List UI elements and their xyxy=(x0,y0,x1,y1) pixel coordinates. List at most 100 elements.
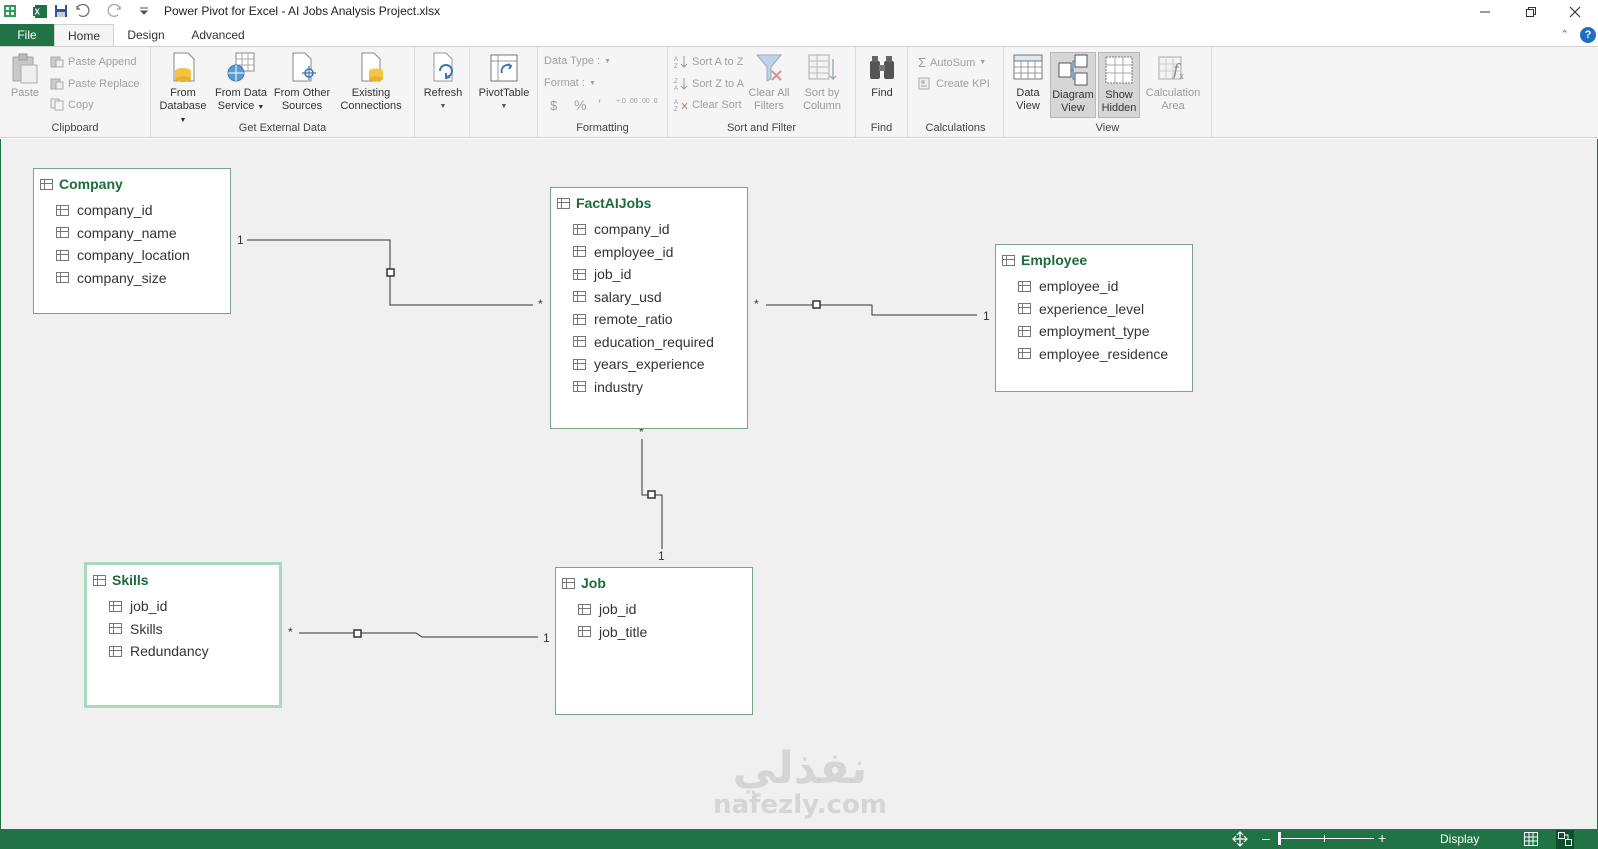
column-item[interactable]: company_id xyxy=(551,218,747,241)
tab-file[interactable]: File xyxy=(0,24,54,46)
comma-button[interactable]: ʼ xyxy=(598,97,601,113)
grid-view-icon[interactable] xyxy=(1524,832,1538,849)
sort-a-to-z-button[interactable]: AZ Sort A to Z xyxy=(674,55,743,71)
column-icon xyxy=(573,358,586,370)
svg-text:Z: Z xyxy=(674,79,678,85)
sort-by-column-button[interactable]: Sort by Column xyxy=(796,51,848,113)
column-item[interactable]: Redundancy xyxy=(87,640,279,663)
paste-append-button[interactable]: Paste Append xyxy=(50,55,137,68)
zoom-out-icon[interactable]: – xyxy=(1262,830,1270,846)
diagram-view-status-icon[interactable] xyxy=(1556,830,1574,849)
excel-icon[interactable]: X xyxy=(32,3,48,19)
decrease-decimal-button[interactable]: .00 .0 xyxy=(640,98,662,105)
percent-button[interactable]: % xyxy=(574,97,586,113)
table-company[interactable]: Company company_id company_name company_… xyxy=(33,168,231,314)
clear-all-filters-button[interactable]: Clear All Filters xyxy=(744,51,794,113)
table-factaijobs[interactable]: FactAIJobs company_id employee_id job_id… xyxy=(550,187,748,429)
column-item[interactable]: company_id xyxy=(34,199,230,222)
column-item[interactable]: employee_id xyxy=(996,275,1192,298)
from-other-sources-button[interactable]: From Other Sources xyxy=(271,51,333,113)
existing-connections-button[interactable]: Existing Connections xyxy=(335,51,407,113)
column-item[interactable]: years_experience xyxy=(551,353,747,376)
table-header[interactable]: Employee xyxy=(996,245,1192,275)
refresh-icon xyxy=(428,51,458,83)
refresh-button[interactable]: Refresh ▼ xyxy=(418,51,468,113)
clear-sort-button[interactable]: AZ Clear Sort xyxy=(674,98,742,114)
table-skills[interactable]: Skills job_id Skills Redundancy xyxy=(84,562,282,708)
column-item[interactable]: company_location xyxy=(34,244,230,267)
format-dropdown[interactable]: Format : ▼ xyxy=(544,77,596,89)
restore-button[interactable] xyxy=(1508,0,1554,24)
column-item[interactable]: experience_level xyxy=(996,298,1192,321)
collapse-ribbon-icon[interactable]: ⌃ xyxy=(1560,28,1569,41)
table-header[interactable]: Skills xyxy=(87,565,279,595)
column-item[interactable]: job_id xyxy=(87,595,279,618)
diagram-canvas[interactable]: 1 * * 1 * 1 * 1 Company company_id compa… xyxy=(0,139,1598,829)
table-header[interactable]: Company xyxy=(34,169,230,199)
column-item[interactable]: industry xyxy=(551,376,747,399)
redo-icon[interactable] xyxy=(106,3,122,19)
calculation-area-icon: fx xyxy=(1158,51,1188,83)
close-button[interactable] xyxy=(1552,0,1598,24)
pivottable-button[interactable]: PivotTable ▼ xyxy=(474,51,534,113)
tab-home[interactable]: Home xyxy=(54,24,114,46)
sort-descending-icon: ZA xyxy=(674,77,688,92)
sort-z-to-a-button[interactable]: ZA Sort Z to A xyxy=(674,77,744,93)
diagram-view-button[interactable]: Diagram View xyxy=(1050,52,1096,118)
column-item[interactable]: company_size xyxy=(34,267,230,290)
column-item[interactable]: company_name xyxy=(34,222,230,245)
dropdown-arrow-icon: ▼ xyxy=(257,104,265,111)
show-hidden-button[interactable]: Show Hidden xyxy=(1098,52,1140,118)
clipboard-group: Paste Paste Append Paste Replace Copy Cl… xyxy=(0,47,151,137)
help-button[interactable]: ? xyxy=(1580,27,1596,43)
relationship-marker[interactable] xyxy=(647,490,656,499)
relationship-fact-employee[interactable] xyxy=(766,304,977,316)
relationship-marker[interactable] xyxy=(812,300,821,309)
minimize-button[interactable] xyxy=(1462,0,1508,24)
find-button[interactable]: Find xyxy=(860,51,904,100)
relationship-skills-job[interactable] xyxy=(299,632,538,638)
undo-icon[interactable] xyxy=(75,3,91,19)
column-item[interactable]: job_id xyxy=(556,598,752,621)
customize-toolbar-icon[interactable] xyxy=(136,3,152,19)
increase-decimal-button[interactable]: +.0 .00 xyxy=(616,98,638,105)
tab-design[interactable]: Design xyxy=(116,24,176,46)
zoom-in-icon[interactable]: + xyxy=(1378,830,1386,846)
currency-button[interactable]: $ xyxy=(550,98,557,113)
zoom-slider[interactable] xyxy=(1278,832,1374,845)
from-data-service-button[interactable]: From Data Service ▼ xyxy=(213,51,269,114)
create-kpi-button[interactable]: Create KPI xyxy=(918,77,990,90)
relationship-marker[interactable] xyxy=(386,268,395,277)
table-employee[interactable]: Employee employee_id experience_level em… xyxy=(995,244,1193,392)
formatting-group-label: Formatting xyxy=(576,122,629,134)
column-item[interactable]: employee_id xyxy=(551,241,747,264)
autosum-button[interactable]: Σ AutoSum ▼ xyxy=(918,55,986,70)
column-item[interactable]: education_required xyxy=(551,331,747,354)
calculation-area-button[interactable]: fx Calculation Area xyxy=(1142,51,1204,113)
relationship-marker[interactable] xyxy=(353,629,362,638)
from-database-button[interactable]: From Database ▼ xyxy=(155,51,211,127)
calculations-group-label: Calculations xyxy=(925,122,986,134)
column-item[interactable]: Skills xyxy=(87,618,279,641)
column-item[interactable]: employee_residence xyxy=(996,343,1192,366)
tab-advanced[interactable]: Advanced xyxy=(182,24,254,46)
paste-replace-button[interactable]: Paste Replace xyxy=(50,77,140,90)
data-view-button[interactable]: Data View xyxy=(1008,51,1048,117)
copy-button[interactable]: Copy xyxy=(50,98,94,111)
fit-to-screen-icon[interactable] xyxy=(1232,831,1248,849)
save-icon[interactable] xyxy=(53,3,69,19)
column-item[interactable]: salary_usd xyxy=(551,286,747,309)
data-type-dropdown[interactable]: Data Type : ▼ xyxy=(544,55,611,67)
window-title: Power Pivot for Excel - AI Jobs Analysis… xyxy=(164,4,441,18)
table-job[interactable]: Job job_id job_title xyxy=(555,567,753,715)
column-item[interactable]: remote_ratio xyxy=(551,308,747,331)
column-item[interactable]: employment_type xyxy=(996,320,1192,343)
table-title: Skills xyxy=(112,572,149,588)
table-header[interactable]: Job xyxy=(556,568,752,598)
column-item[interactable]: job_id xyxy=(551,263,747,286)
zoom-slider-thumb[interactable] xyxy=(1278,832,1281,845)
table-header[interactable]: FactAIJobs xyxy=(551,188,747,218)
paste-button[interactable]: Paste xyxy=(6,51,44,100)
column-item[interactable]: job_title xyxy=(556,621,752,644)
zoom-slider-center-tick xyxy=(1324,835,1325,842)
